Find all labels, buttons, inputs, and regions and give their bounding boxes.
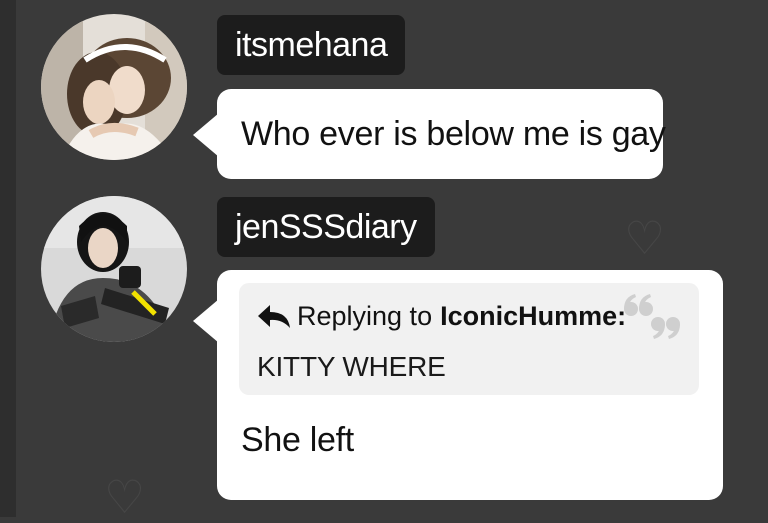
username-tag[interactable]: jenSSSdiary <box>217 197 435 257</box>
message-text: She left <box>241 421 354 459</box>
reply-prefix: Replying to <box>297 301 433 331</box>
message-bubble: Who ever is below me is gay <box>193 89 666 179</box>
username-tag[interactable]: itsmehana <box>217 15 406 75</box>
quote-marks-icon <box>623 293 681 339</box>
reply-header: Replying to IconicHumme: <box>257 301 626 332</box>
message-text: Who ever is below me is gay <box>241 115 666 153</box>
avatar[interactable] <box>41 196 187 342</box>
chat-message: jenSSSdiary Replying to IconicHumme: KIT… <box>0 190 768 517</box>
reply-quote-box[interactable]: Replying to IconicHumme: KITTY WHERE <box>239 283 699 395</box>
avatar[interactable] <box>41 14 187 160</box>
reply-quote-text: KITTY WHERE <box>257 351 446 382</box>
reply-arrow-icon <box>257 304 291 330</box>
chat-message: itsmehana Who ever is below me is gay <box>0 0 768 190</box>
message-bubble: Replying to IconicHumme: KITTY WHERE She… <box>193 270 723 500</box>
reply-author[interactable]: IconicHumme: <box>440 301 626 332</box>
